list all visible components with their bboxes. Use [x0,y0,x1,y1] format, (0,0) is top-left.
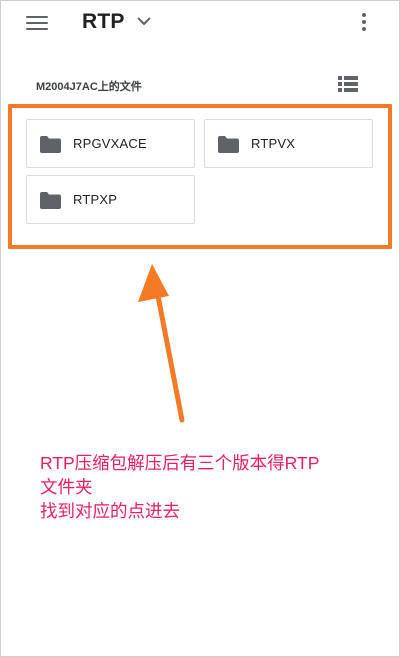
chevron-down-icon[interactable] [136,14,152,28]
folder-name: RTPXP [73,192,118,207]
list-view-icon[interactable] [338,75,358,93]
folder-item-rpgvxace[interactable]: RPGVXACE [26,119,195,168]
folder-icon [40,192,61,209]
page-title: RTP [82,10,125,33]
storage-location-label: M2004J7AC上的文件 [36,81,142,93]
hamburger-menu-icon[interactable] [26,13,48,33]
annotation-line: 找到对应的点进去 [40,501,180,521]
more-vert-icon[interactable] [356,11,372,35]
folder-icon [218,136,239,153]
folder-icon [40,136,61,153]
screenshot-frame [0,0,400,657]
folder-name: RTPVX [251,136,296,151]
app-bar: RTP [0,0,400,50]
annotation-line: 文件夹 [40,477,93,497]
folder-name: RPGVXACE [73,136,147,151]
folder-item-rtpxp[interactable]: RTPXP [26,175,195,224]
folder-item-rtpvx[interactable]: RTPVX [204,119,373,168]
annotation-text: RTP压缩包解压后有三个版本得RTP 文件夹 找到对应的点进去 [40,451,380,523]
annotation-line: RTP压缩包解压后有三个版本得RTP [40,453,320,473]
